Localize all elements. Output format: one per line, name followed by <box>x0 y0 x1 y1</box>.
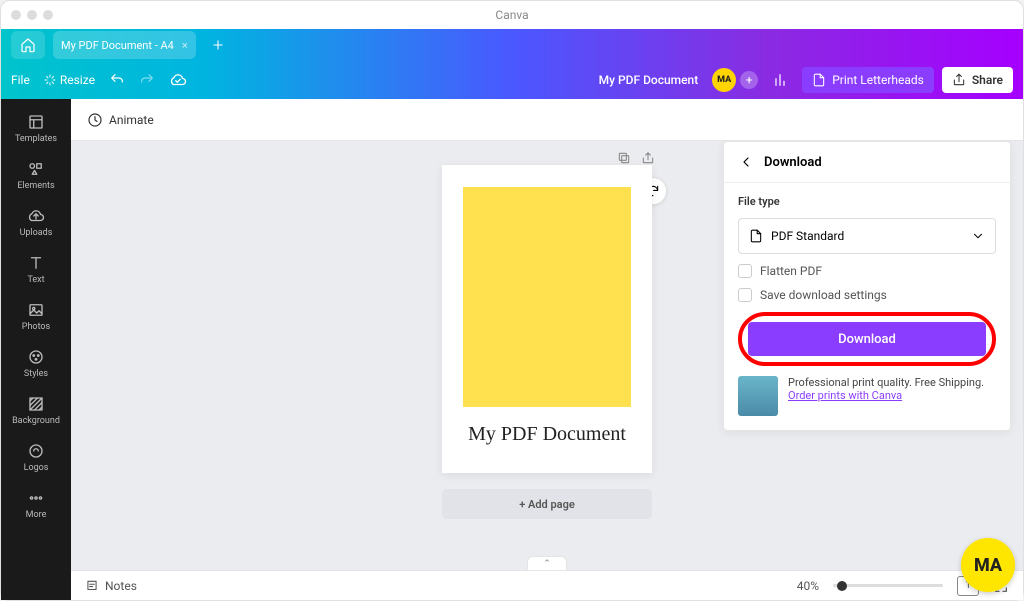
sidebar-item-templates[interactable]: Templates <box>1 105 71 152</box>
sidebar-item-background[interactable]: Background <box>1 387 71 434</box>
panel-title: Download <box>764 155 822 170</box>
close-icon[interactable]: × <box>182 39 188 52</box>
back-icon[interactable] <box>738 154 754 170</box>
file-type-select[interactable]: PDF Standard <box>738 218 996 254</box>
order-prints-link[interactable]: Order prints with Canva <box>788 389 902 402</box>
logos-icon <box>27 442 45 460</box>
promo-thumbnail <box>738 376 778 416</box>
sparkle-icon <box>44 74 56 86</box>
canvas-area[interactable]: My PDF Document + Add page ⌃ Download Fi… <box>71 141 1023 570</box>
redo-button[interactable] <box>139 72 155 88</box>
templates-icon <box>27 113 45 131</box>
document-icon <box>812 73 826 87</box>
add-member-button[interactable]: + <box>740 71 758 89</box>
document-page[interactable]: My PDF Document <box>442 165 652 473</box>
titlebar: Canva <box>1 1 1023 29</box>
sidebar-item-uploads[interactable]: Uploads <box>1 199 71 246</box>
home-tab[interactable] <box>11 31 45 59</box>
document-text[interactable]: My PDF Document <box>468 423 626 446</box>
page-expand-handle[interactable]: ⌃ <box>527 556 567 570</box>
export-page-icon[interactable] <box>641 151 655 165</box>
print-button[interactable]: Print Letterheads <box>802 67 934 93</box>
main-toolbar: File Resize My PDF Document MA + <box>1 61 1023 99</box>
left-sidebar: Templates Elements Uploads Text Photos S… <box>1 99 71 600</box>
save-settings-checkbox[interactable]: Save download settings <box>738 288 996 302</box>
document-title[interactable]: My PDF Document <box>599 73 699 87</box>
add-page-button[interactable]: + Add page <box>442 489 652 519</box>
background-icon <box>27 395 45 413</box>
sidebar-item-photos[interactable]: Photos <box>1 293 71 340</box>
new-tab-button[interactable] <box>204 31 232 59</box>
animate-button[interactable]: Animate <box>109 113 154 127</box>
avatar[interactable]: MA <box>712 68 736 92</box>
share-button[interactable]: Share <box>942 67 1013 93</box>
home-icon <box>20 37 36 53</box>
window-controls[interactable] <box>11 10 53 20</box>
notes-icon <box>85 579 99 593</box>
yellow-rectangle[interactable] <box>463 187 631 407</box>
context-toolbar: Animate <box>71 99 1023 141</box>
download-panel: Download File type PDF Standard Fla <box>723 141 1011 431</box>
sidebar-item-elements[interactable]: Elements <box>1 152 71 199</box>
duplicate-page-icon[interactable] <box>617 151 631 165</box>
document-tab-label: My PDF Document - A4 <box>61 39 174 52</box>
photos-icon <box>27 301 45 319</box>
insights-button[interactable] <box>766 66 794 94</box>
uploads-icon <box>27 207 45 225</box>
undo-button[interactable] <box>109 72 125 88</box>
chevron-down-icon <box>971 229 985 243</box>
file-menu[interactable]: File <box>11 73 30 87</box>
file-icon <box>749 229 763 243</box>
plus-icon <box>211 38 225 52</box>
download-highlight: Download <box>738 312 996 366</box>
document-tab[interactable]: My PDF Document - A4 × <box>53 31 196 59</box>
app-title: Canva <box>495 8 528 22</box>
animate-icon <box>87 112 103 128</box>
share-icon <box>952 73 966 87</box>
cloud-status[interactable] <box>169 71 187 89</box>
redo-icon <box>139 72 155 88</box>
tab-strip: My PDF Document - A4 × <box>1 29 1023 61</box>
resize-button[interactable]: Resize <box>44 73 95 87</box>
zoom-slider[interactable] <box>833 584 943 587</box>
flatten-pdf-checkbox[interactable]: Flatten PDF <box>738 264 996 278</box>
download-button[interactable]: Download <box>748 322 986 356</box>
zoom-value[interactable]: 40% <box>797 579 819 593</box>
elements-icon <box>27 160 45 178</box>
sidebar-item-logos[interactable]: Logos <box>1 434 71 481</box>
sidebar-item-styles[interactable]: Styles <box>1 340 71 387</box>
sidebar-item-text[interactable]: Text <box>1 246 71 293</box>
chart-icon <box>772 72 788 88</box>
styles-icon <box>27 348 45 366</box>
undo-icon <box>109 72 125 88</box>
footer-bar: Notes 40% 1 <box>71 570 1023 600</box>
text-icon <box>27 254 45 272</box>
notes-button[interactable]: Notes <box>105 579 137 593</box>
cloud-check-icon <box>169 71 187 89</box>
sidebar-item-more[interactable]: More <box>1 481 71 528</box>
watermark-badge: MA <box>961 538 1015 592</box>
file-type-label: File type <box>738 195 996 208</box>
print-promo: Professional print quality. Free Shippin… <box>738 376 996 416</box>
more-icon <box>27 489 45 507</box>
